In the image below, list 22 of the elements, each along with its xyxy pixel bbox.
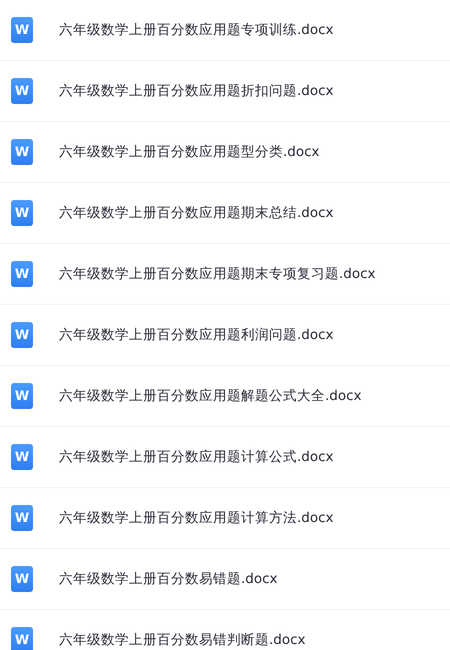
word-document-icon: W [11,78,33,104]
file-name[interactable]: 六年级数学上册百分数应用题计算方法.docx [59,508,334,528]
file-name[interactable]: 六年级数学上册百分数应用题解题公式大全.docx [59,386,362,406]
word-document-icon: W [11,566,33,592]
file-name[interactable]: 六年级数学上册百分数应用题期末总结.docx [59,202,334,224]
file-name[interactable]: 六年级数学上册百分数应用题折扣问题.docx [59,80,334,102]
word-document-icon: W [11,627,33,650]
file-name[interactable]: 六年级数学上册百分数应用题期末专项复习题.docx [59,264,376,284]
file-name[interactable]: 六年级数学上册百分数易错判断题.docx [59,630,306,650]
file-name[interactable]: 六年级数学上册百分数应用题利润问题.docx [59,324,334,346]
file-name[interactable]: 六年级数学上册百分数应用题计算公式.docx [59,446,334,468]
word-document-icon: W [11,200,33,226]
word-document-icon: W [11,17,33,43]
file-name[interactable]: 六年级数学上册百分数应用题型分类.docx [59,142,320,162]
word-document-icon: W [11,383,33,409]
file-name[interactable]: 六年级数学上册百分数易错题.docx [59,568,278,590]
word-document-icon: W [11,505,33,531]
word-document-icon: W [11,139,33,165]
word-document-icon: W [11,261,33,287]
word-document-icon: W [11,322,33,348]
word-document-icon: W [11,444,33,470]
file-name[interactable]: 六年级数学上册百分数应用题专项训练.docx [59,20,334,40]
